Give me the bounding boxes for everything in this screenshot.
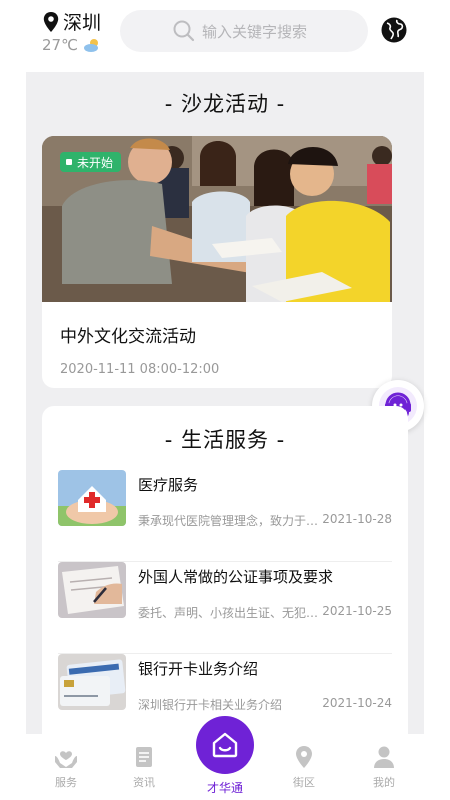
life-services-section-title: - 生活服务 - [42,424,408,454]
location-selector[interactable]: 深圳 [42,8,101,35]
service-item-notarization[interactable]: 外国人常做的公证事项及要求 委托、声明、小孩出生证、无犯罪… 2021-10-2… [58,562,392,654]
status-badge: 未开始 [60,152,121,172]
home-smile-icon [210,730,240,760]
nav-item-neighborhood[interactable]: 街区 [274,744,334,790]
service-date: 2021-10-24 [322,696,392,710]
service-title: 银行开卡业务介绍 [138,658,258,679]
event-time: 2020-11-11 08:00-12:00 [60,362,219,377]
event-photo: 未开始 [42,136,392,302]
search-bar[interactable]: 输入关键字搜索 [120,10,368,52]
nav-label-talent-center: 才华通 [190,779,260,796]
service-title: 外国人常做的公证事项及要求 [138,566,333,587]
user-icon [371,744,397,770]
event-title: 中外文化交流活动 [60,322,196,347]
nav-label: 服务 [36,774,96,790]
document-icon [131,744,157,770]
nav-item-news[interactable]: 资讯 [114,744,174,790]
life-services-card: - 生活服务 - 医疗服务 秉承现代医院管理理念，致力于为… 2021-10-2… [42,406,408,752]
globe-icon[interactable] [380,16,408,44]
map-pin-icon [291,744,317,770]
search-input[interactable]: 输入关键字搜索 [202,21,307,42]
service-item-medical[interactable]: 医疗服务 秉承现代医院管理理念，致力于为… 2021-10-28 [58,470,392,562]
nav-item-profile[interactable]: 我的 [354,744,414,790]
bank-card-thumbnail [58,654,126,710]
nav-label: 资讯 [114,774,174,790]
search-icon [172,19,196,43]
nav-item-services[interactable]: 服务 [36,744,96,790]
nav-label: 街区 [274,774,334,790]
city-name: 深圳 [63,8,101,35]
medical-thumbnail [58,470,126,526]
service-title: 医疗服务 [138,474,198,495]
notarization-thumbnail [58,562,126,618]
nav-label: 我的 [354,774,414,790]
service-date: 2021-10-25 [322,604,392,618]
status-badge-label: 未开始 [77,154,113,171]
hands-heart-icon [53,744,79,770]
service-desc: 深圳银行开卡相关业务介绍 [138,696,328,713]
partly-cloudy-icon [82,37,102,53]
location-pin-icon [42,11,60,33]
salon-section-title: - 沙龙活动 - [0,88,450,118]
service-desc: 委托、声明、小孩出生证、无犯罪… [138,604,328,621]
temperature: 27℃ [42,36,78,54]
service-desc: 秉承现代医院管理理念，致力于为… [138,512,328,529]
top-header: 深圳 27℃ 输入关键字搜索 [0,0,450,70]
weather: 27℃ [42,36,102,54]
nav-item-talent-center[interactable] [196,716,254,774]
event-card[interactable]: 未开始 中外文化交流活动 2020-11-11 08:00-12:00 [42,136,392,388]
service-date: 2021-10-28 [322,512,392,526]
